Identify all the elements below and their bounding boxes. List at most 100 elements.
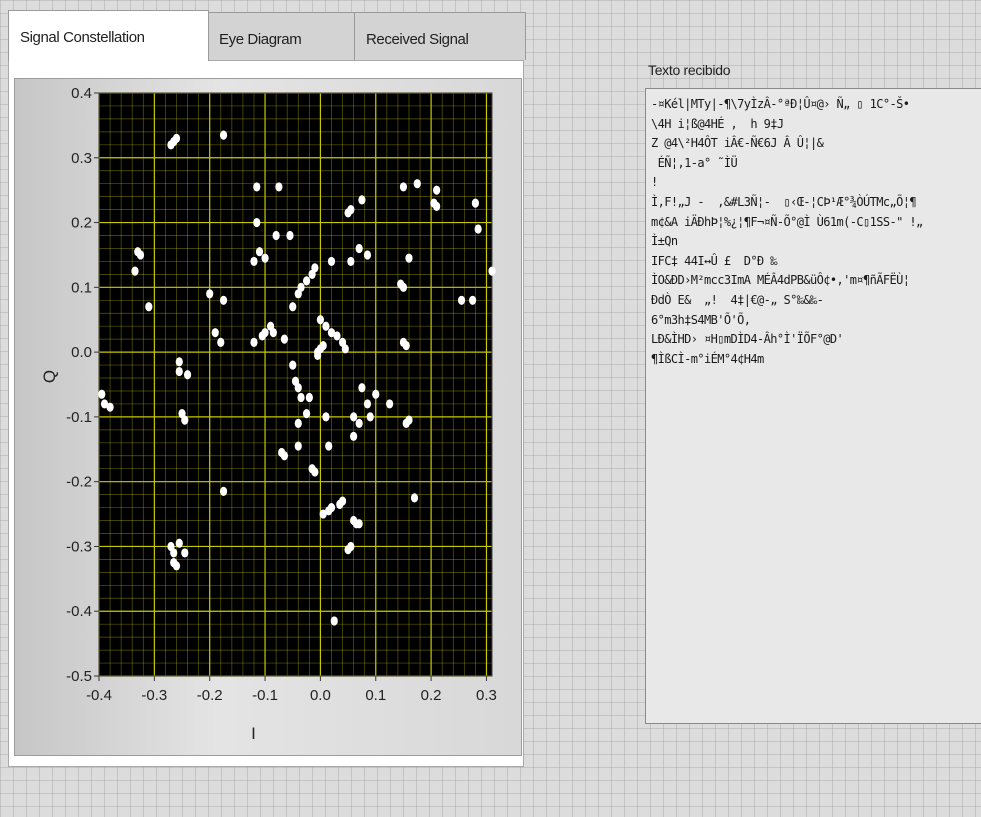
data-point bbox=[250, 337, 258, 347]
data-point bbox=[297, 392, 305, 403]
received-text-line: ! bbox=[651, 175, 658, 190]
tab-label: Signal Constellation bbox=[20, 29, 145, 46]
data-point bbox=[286, 230, 294, 241]
data-point bbox=[136, 250, 145, 260]
received-text-box[interactable]: -¤Kél|MTy|-¶\7yÌzÂ-°ªÐ¦Û¤@› Ñ„ ▯ 1C°-Š• \… bbox=[645, 88, 981, 724]
data-point bbox=[172, 133, 181, 143]
constellation-graph: -0.4 -0.3 -0.2 -0.1 0.0 0.1 0.2 0.3 0.4 0.3 0.2 0.1… bbox=[14, 78, 522, 756]
data-point bbox=[366, 412, 374, 422]
data-point bbox=[145, 302, 153, 312]
received-text-line: Ì,F!„J - ,&#L3Ñ¦- ▯‹Œ-¦CÞ¹Æ°¾ÒÚTMc„Õ¦¶ bbox=[651, 194, 917, 209]
x-tick-label: -0.3 bbox=[141, 687, 167, 704]
data-point bbox=[402, 341, 410, 351]
received-text-line: ÌO&ÐD›M²mcc3ImA MÉÂ4dPB&üÔ¢•,'m¤¶ñÃFËÙ¦ bbox=[651, 273, 910, 288]
data-point bbox=[344, 545, 352, 555]
data-point bbox=[457, 295, 466, 305]
tab-signal-constellation[interactable]: Signal Constellation bbox=[8, 10, 209, 61]
received-text-line: -¤Kél|MTy|-¶\7yÌzÂ-°ªÐ¦Û¤@› Ñ„ ▯ 1C°-Š• bbox=[651, 97, 910, 111]
data-point bbox=[294, 441, 302, 451]
data-point bbox=[175, 538, 183, 548]
data-point bbox=[255, 247, 264, 257]
data-point bbox=[261, 253, 269, 263]
data-point bbox=[170, 548, 178, 558]
data-point bbox=[350, 412, 358, 422]
received-text-line: ÉÑ¦,1-a° ˜ÌÜ bbox=[651, 155, 738, 170]
data-point bbox=[385, 399, 394, 409]
data-point bbox=[319, 341, 327, 351]
data-point bbox=[302, 276, 311, 286]
y-axis-label: Q bbox=[40, 370, 59, 383]
received-text-line: ¶ÌßCÌ-m°iÉM°4¢H4m bbox=[651, 351, 764, 366]
x-tick-label: 0.1 bbox=[365, 687, 386, 704]
y-tick-label: -0.4 bbox=[66, 603, 92, 620]
data-point bbox=[275, 182, 283, 192]
data-point bbox=[253, 182, 261, 192]
y-tick-label: 0.2 bbox=[71, 215, 92, 232]
received-text-line: \4H i¦ß@4HÉ , h 9‡J bbox=[651, 116, 784, 131]
x-axis-label: I bbox=[251, 724, 256, 743]
data-point bbox=[219, 295, 228, 305]
received-text-line: Z @4\²H4ÔT iÂ€-Ñ€6J Â Û¦|& bbox=[651, 136, 824, 151]
data-point bbox=[311, 263, 319, 273]
data-point bbox=[355, 519, 363, 529]
data-point bbox=[325, 441, 333, 451]
data-point bbox=[219, 130, 228, 140]
x-tick-label: 0.0 bbox=[310, 687, 331, 704]
data-point bbox=[280, 451, 289, 461]
data-point bbox=[405, 415, 413, 425]
data-point bbox=[181, 548, 189, 558]
tab-received-signal[interactable]: Received Signal bbox=[354, 12, 526, 60]
data-point bbox=[358, 195, 366, 205]
data-point bbox=[175, 357, 183, 367]
data-point bbox=[289, 360, 297, 370]
received-text-line: ÐdÒ E& „! 4‡|€@-„ S°‰&‰- bbox=[651, 292, 824, 307]
data-point bbox=[358, 383, 366, 393]
tab-label: Eye Diagram bbox=[219, 31, 302, 48]
tab-label: Received Signal bbox=[366, 31, 469, 48]
data-point bbox=[319, 509, 327, 519]
data-point bbox=[172, 561, 181, 571]
data-point bbox=[206, 289, 214, 299]
data-point bbox=[280, 334, 289, 344]
y-tick-label: -0.2 bbox=[66, 474, 92, 491]
data-point bbox=[471, 198, 479, 208]
received-text-line: IFC‡ 44I↔Û £ D°Ð ‰ bbox=[651, 253, 777, 268]
data-point bbox=[289, 302, 297, 312]
data-point bbox=[211, 328, 219, 338]
x-tick-label: -0.2 bbox=[197, 687, 223, 704]
data-point bbox=[314, 350, 322, 360]
data-point bbox=[316, 315, 325, 325]
data-point bbox=[333, 331, 341, 341]
data-point bbox=[294, 418, 302, 428]
data-point bbox=[106, 402, 114, 412]
text-display-label: Texto recibido bbox=[648, 62, 731, 78]
data-point bbox=[181, 415, 189, 425]
y-tick-label: 0.3 bbox=[71, 150, 92, 167]
y-tick-label: 0.1 bbox=[71, 279, 92, 296]
data-point bbox=[311, 467, 319, 477]
data-point bbox=[469, 295, 477, 305]
data-point bbox=[347, 205, 355, 215]
data-point bbox=[372, 389, 380, 399]
data-point bbox=[474, 224, 482, 234]
data-point bbox=[341, 344, 349, 354]
data-point bbox=[433, 201, 441, 211]
received-text-line: LÐ&ÌHD› ¤H▯mDÌD4-Âh°Ì'ЇÕF°@D' bbox=[651, 332, 844, 347]
y-tick-label: -0.5 bbox=[66, 668, 92, 685]
data-point bbox=[355, 243, 363, 254]
y-tick-label: -0.3 bbox=[66, 538, 92, 555]
received-text-line: Ì±Qn bbox=[651, 234, 678, 249]
constellation-plot: -0.4 -0.3 -0.2 -0.1 0.0 0.1 0.2 0.3 0.4 0.3 0.2 0.1… bbox=[40, 85, 497, 743]
data-point bbox=[297, 282, 305, 292]
tab-eye-diagram[interactable]: Eye Diagram bbox=[207, 12, 358, 60]
y-tick-label: -0.1 bbox=[66, 409, 92, 426]
data-point bbox=[131, 266, 139, 276]
received-text-line: 6°m3h‡S4MB'Õ'Õ, bbox=[651, 312, 751, 327]
y-tick-label: 0.4 bbox=[71, 85, 92, 102]
data-point bbox=[347, 256, 355, 267]
data-point bbox=[399, 282, 408, 292]
data-point bbox=[350, 431, 358, 441]
y-tick-label: 0.0 bbox=[71, 344, 92, 361]
data-point bbox=[413, 179, 421, 189]
data-point bbox=[272, 230, 280, 241]
